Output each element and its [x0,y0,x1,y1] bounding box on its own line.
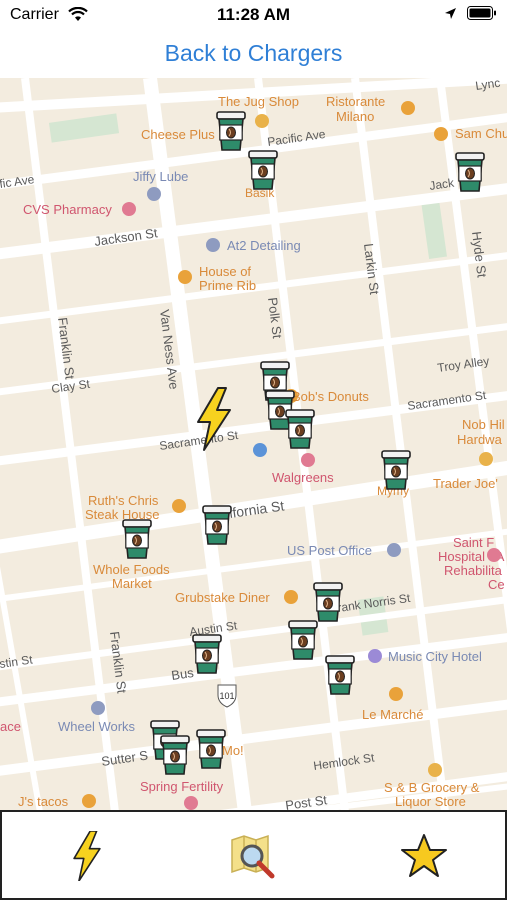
place-label: Jiffy Lube [133,169,188,184]
coffee-cup-icon[interactable] [192,634,222,674]
place-label: Le Marché [362,707,423,722]
restaurant-icon [434,127,448,141]
clock: 11:28 AM [216,5,291,24]
place-label: Cheese Plus [141,127,215,142]
coffee-cup-icon[interactable] [196,729,226,769]
place-label: Mo! [222,743,244,758]
coffee-cup-icon[interactable] [288,620,318,660]
place-label: Music City Hotel [388,649,482,664]
restaurant-icon [401,101,415,115]
restaurant-icon [389,687,403,701]
map-view[interactable]: Franklin St Franklin St Van Ness Ave Pol… [0,78,507,812]
place-label: House of [199,264,251,279]
coffee-cup-icon[interactable] [202,505,232,545]
place-label: CVS Pharmacy [23,202,112,217]
restaurant-icon [178,270,192,284]
place-label: Market [112,576,152,591]
place-label: Grubstake Diner [175,590,270,605]
place-label: At2 Detailing [227,238,301,253]
shop-icon [479,452,493,466]
parking-icon [253,443,267,457]
coffee-cup-icon[interactable] [313,582,343,622]
restaurant-icon [284,590,298,604]
place-label: Spring Fertility [140,779,224,794]
battery-icon [467,6,497,25]
tab-bar [0,810,507,900]
place-label: J's tacos [18,794,69,809]
coffee-cup-icon[interactable] [122,519,152,559]
place-label: Liquor Store [395,794,466,809]
place-label: Saint F [453,535,494,550]
hotel-icon [368,649,382,663]
place-label: Nob Hil [462,417,505,432]
status-bar: Carrier 11:28 AM [0,0,507,30]
map-search-icon [231,834,275,879]
place-label: Whole Foods [93,562,170,577]
tab-favorites[interactable] [394,826,454,886]
pharmacy-icon [122,202,136,216]
coffee-cup-icon[interactable] [160,735,190,775]
location-arrow-icon [444,7,457,25]
pharmacy-icon [301,453,315,467]
place-label: Wheel Works [58,719,136,734]
restaurant-icon [172,499,186,513]
place-label: Trader Joe' [433,476,498,491]
post-office-icon [387,543,401,557]
coffee-cup-icon[interactable] [455,152,485,192]
place-label: US Post Office [287,543,372,558]
car-service-icon [147,187,161,201]
star-icon [401,834,447,877]
place-label: Walgreens [272,470,334,485]
shop-icon [428,763,442,777]
navigation-bar: Back to Chargers [0,30,507,78]
place-label: S & B Grocery & [384,780,480,795]
tab-search-map[interactable] [224,826,284,886]
coffee-cup-icon[interactable] [216,111,246,151]
lightning-bolt-icon [73,831,101,881]
shop-icon [255,114,269,128]
tab-chargers[interactable] [57,826,117,886]
map-canvas[interactable]: Franklin St Franklin St Van Ness Ave Pol… [0,78,507,812]
coffee-cup-icon[interactable] [325,655,355,695]
coffee-cup-icon[interactable] [381,450,411,490]
hospital-icon [184,796,198,810]
place-label: The Jug Shop [218,94,299,109]
place-label: ace [0,719,21,734]
hospital-icon [487,548,501,562]
place-label: Rehabilita [444,563,503,578]
place-label: Ce [488,577,505,592]
restaurant-icon [82,794,96,808]
back-to-chargers-button[interactable]: Back to Chargers [0,40,507,67]
place-label: Bob's Donuts [292,389,369,404]
car-service-icon [206,238,220,252]
place-label: Hardwa [457,432,503,447]
place-label: Ruth's Chris [88,493,159,508]
place-label: Sam Chu [455,126,507,141]
street-label: Bus [170,665,195,683]
place-label: Milano [336,109,374,124]
svg-text:101: 101 [219,691,234,701]
place-label: Ristorante [326,94,385,109]
car-service-icon [91,701,105,715]
place-label: Prime Rib [199,278,256,293]
coffee-cup-icon[interactable] [248,150,278,190]
coffee-cup-icon[interactable] [285,409,315,449]
